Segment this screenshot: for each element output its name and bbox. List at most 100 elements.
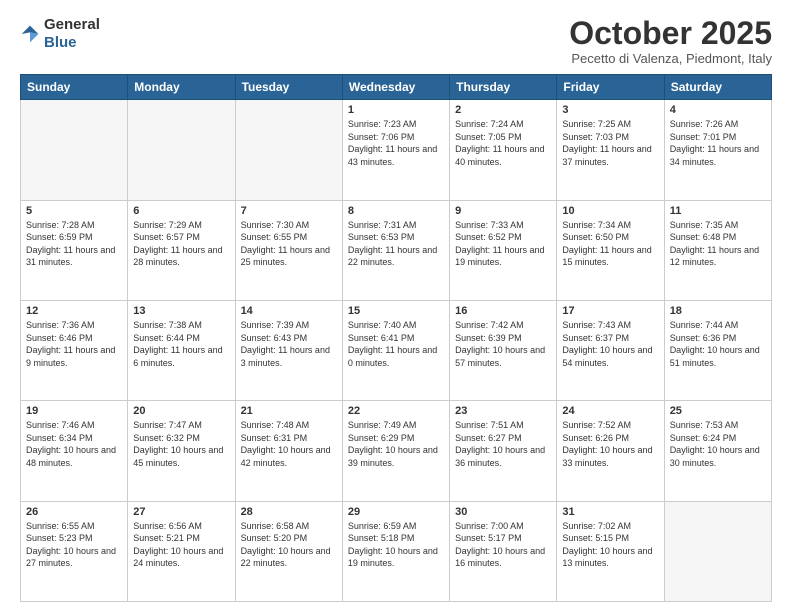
calendar-table: Sunday Monday Tuesday Wednesday Thursday… [20,74,772,602]
table-row: 9 Sunrise: 7:33 AMSunset: 6:52 PMDaylight… [450,200,557,300]
table-row: 21 Sunrise: 7:48 AMSunset: 6:31 PMDayligh… [235,401,342,501]
day-number: 23 [455,405,551,417]
day-number: 17 [562,305,658,317]
day-info: Sunrise: 7:38 AMSunset: 6:44 PMDaylight:… [133,319,229,369]
day-info: Sunrise: 7:42 AMSunset: 6:39 PMDaylight:… [455,319,551,369]
logo-icon [20,24,40,44]
day-number: 2 [455,104,551,116]
day-info: Sunrise: 7:49 AMSunset: 6:29 PMDaylight:… [348,419,444,469]
calendar-header-row: Sunday Monday Tuesday Wednesday Thursday… [21,75,772,100]
day-number: 18 [670,305,766,317]
day-info: Sunrise: 7:46 AMSunset: 6:34 PMDaylight:… [26,419,122,469]
col-thursday: Thursday [450,75,557,100]
day-info: Sunrise: 7:35 AMSunset: 6:48 PMDaylight:… [670,219,766,269]
day-info: Sunrise: 7:26 AMSunset: 7:01 PMDaylight:… [670,118,766,168]
day-number: 25 [670,405,766,417]
header: General Blue October 2025 Pecetto di Val… [20,16,772,66]
table-row: 28 Sunrise: 6:58 AMSunset: 5:20 PMDayligh… [235,501,342,601]
calendar-week-row: 1 Sunrise: 7:23 AMSunset: 7:06 PMDaylight… [21,100,772,200]
day-number: 4 [670,104,766,116]
table-row: 7 Sunrise: 7:30 AMSunset: 6:55 PMDaylight… [235,200,342,300]
day-number: 28 [241,506,337,518]
day-number: 15 [348,305,444,317]
day-number: 9 [455,205,551,217]
table-row: 5 Sunrise: 7:28 AMSunset: 6:59 PMDaylight… [21,200,128,300]
day-info: Sunrise: 7:25 AMSunset: 7:03 PMDaylight:… [562,118,658,168]
table-row: 20 Sunrise: 7:47 AMSunset: 6:32 PMDayligh… [128,401,235,501]
day-info: Sunrise: 7:29 AMSunset: 6:57 PMDaylight:… [133,219,229,269]
day-info: Sunrise: 7:30 AMSunset: 6:55 PMDaylight:… [241,219,337,269]
table-row: 12 Sunrise: 7:36 AMSunset: 6:46 PMDayligh… [21,300,128,400]
day-number: 29 [348,506,444,518]
table-row: 30Sunrise: 7:00 AMSunset: 5:17 PMDayligh… [450,501,557,601]
table-row: 23 Sunrise: 7:51 AMSunset: 6:27 PMDayligh… [450,401,557,501]
table-row: 24Sunrise: 7:52 AMSunset: 6:26 PMDayligh… [557,401,664,501]
col-monday: Monday [128,75,235,100]
day-number: 19 [26,405,122,417]
table-row: 8 Sunrise: 7:31 AMSunset: 6:53 PMDaylight… [342,200,449,300]
table-row [21,100,128,200]
day-info: Sunrise: 7:33 AMSunset: 6:52 PMDaylight:… [455,219,551,269]
day-number: 21 [241,405,337,417]
day-info: Sunrise: 7:52 AMSunset: 6:26 PMDaylight:… [562,419,658,469]
day-number: 31 [562,506,658,518]
table-row: 11Sunrise: 7:35 AMSunset: 6:48 PMDayligh… [664,200,771,300]
table-row: 16 Sunrise: 7:42 AMSunset: 6:39 PMDayligh… [450,300,557,400]
col-friday: Friday [557,75,664,100]
day-info: Sunrise: 6:58 AMSunset: 5:20 PMDaylight:… [241,520,337,570]
day-info: Sunrise: 7:31 AMSunset: 6:53 PMDaylight:… [348,219,444,269]
day-number: 10 [562,205,658,217]
day-info: Sunrise: 7:24 AMSunset: 7:05 PMDaylight:… [455,118,551,168]
day-number: 1 [348,104,444,116]
day-number: 20 [133,405,229,417]
day-info: Sunrise: 7:43 AMSunset: 6:37 PMDaylight:… [562,319,658,369]
table-row: 22Sunrise: 7:49 AMSunset: 6:29 PMDayligh… [342,401,449,501]
day-number: 7 [241,205,337,217]
day-info: Sunrise: 7:44 AMSunset: 6:36 PMDaylight:… [670,319,766,369]
page: General Blue October 2025 Pecetto di Val… [0,0,792,612]
table-row: 17 Sunrise: 7:43 AMSunset: 6:37 PMDayligh… [557,300,664,400]
day-info: Sunrise: 7:47 AMSunset: 6:32 PMDaylight:… [133,419,229,469]
day-number: 30 [455,506,551,518]
day-info: Sunrise: 7:23 AMSunset: 7:06 PMDaylight:… [348,118,444,168]
day-info: Sunrise: 7:53 AMSunset: 6:24 PMDaylight:… [670,419,766,469]
day-number: 6 [133,205,229,217]
table-row: 6 Sunrise: 7:29 AMSunset: 6:57 PMDaylight… [128,200,235,300]
table-row: 2 Sunrise: 7:24 AMSunset: 7:05 PMDaylight… [450,100,557,200]
day-info: Sunrise: 7:36 AMSunset: 6:46 PMDaylight:… [26,319,122,369]
day-info: Sunrise: 7:02 AMSunset: 5:15 PMDaylight:… [562,520,658,570]
table-row: 31 Sunrise: 7:02 AMSunset: 5:15 PMDayligh… [557,501,664,601]
col-sunday: Sunday [21,75,128,100]
table-row: 25 Sunrise: 7:53 AMSunset: 6:24 PMDayligh… [664,401,771,501]
table-row: 14 Sunrise: 7:39 AMSunset: 6:43 PMDayligh… [235,300,342,400]
table-row: 18 Sunrise: 7:44 AMSunset: 6:36 PMDayligh… [664,300,771,400]
day-info: Sunrise: 7:48 AMSunset: 6:31 PMDaylight:… [241,419,337,469]
day-number: 5 [26,205,122,217]
day-info: Sunrise: 6:55 AMSunset: 5:23 PMDaylight:… [26,520,122,570]
day-number: 27 [133,506,229,518]
table-row: 13 Sunrise: 7:38 AMSunset: 6:44 PMDayligh… [128,300,235,400]
title-block: October 2025 Pecetto di Valenza, Piedmon… [569,16,772,66]
logo: General Blue [20,16,100,52]
day-info: Sunrise: 7:28 AMSunset: 6:59 PMDaylight:… [26,219,122,269]
table-row: 3Sunrise: 7:25 AMSunset: 7:03 PMDaylight… [557,100,664,200]
table-row: 10Sunrise: 7:34 AMSunset: 6:50 PMDayligh… [557,200,664,300]
day-info: Sunrise: 7:51 AMSunset: 6:27 PMDaylight:… [455,419,551,469]
day-info: Sunrise: 6:56 AMSunset: 5:21 PMDaylight:… [133,520,229,570]
day-number: 16 [455,305,551,317]
location: Pecetto di Valenza, Piedmont, Italy [569,51,772,66]
logo-general: General [44,16,100,33]
table-row [235,100,342,200]
calendar-week-row: 12 Sunrise: 7:36 AMSunset: 6:46 PMDayligh… [21,300,772,400]
day-number: 14 [241,305,337,317]
day-info: Sunrise: 6:59 AMSunset: 5:18 PMDaylight:… [348,520,444,570]
logo-blue: Blue [44,34,77,51]
day-number: 12 [26,305,122,317]
col-saturday: Saturday [664,75,771,100]
day-number: 13 [133,305,229,317]
calendar-week-row: 19 Sunrise: 7:46 AMSunset: 6:34 PMDayligh… [21,401,772,501]
day-number: 8 [348,205,444,217]
day-info: Sunrise: 7:40 AMSunset: 6:41 PMDaylight:… [348,319,444,369]
day-info: Sunrise: 7:39 AMSunset: 6:43 PMDaylight:… [241,319,337,369]
table-row: 4 Sunrise: 7:26 AMSunset: 7:01 PMDaylight… [664,100,771,200]
